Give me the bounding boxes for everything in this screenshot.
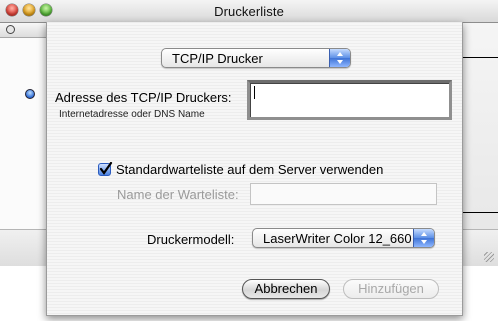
default-queue-label[interactable]: Standardwarteliste auf dem Server verwen… xyxy=(116,162,383,177)
window-title: Druckerliste xyxy=(214,4,284,19)
text-caret xyxy=(254,86,255,99)
queue-name-field xyxy=(250,183,437,205)
printer-model-popup[interactable]: LaserWriter Color 12_660 xyxy=(252,228,435,248)
printer-model-label: Druckermodell: xyxy=(147,232,235,247)
status-column-header[interactable] xyxy=(0,23,46,38)
address-hint: Internetadresse oder DNS Name xyxy=(59,109,205,120)
address-label: Adresse des TCP/IP Druckers: xyxy=(55,90,232,105)
address-field[interactable] xyxy=(247,80,452,120)
popup-arrows-icon xyxy=(413,229,434,247)
printer-list-status-column xyxy=(0,23,47,229)
printer-list-right-edge xyxy=(463,23,498,229)
printer-status-icon xyxy=(25,89,35,99)
protocol-popup-value: TCP/IP Drucker xyxy=(172,51,263,66)
status-header-icon xyxy=(6,25,15,34)
printer-model-value: LaserWriter Color 12_660 xyxy=(263,231,412,246)
popup-arrows-icon xyxy=(329,49,350,67)
default-queue-checkbox[interactable] xyxy=(98,162,113,176)
protocol-popup[interactable]: TCP/IP Drucker xyxy=(161,48,351,68)
add-button[interactable]: Hinzufügen xyxy=(343,279,439,299)
add-printer-sheet: TCP/IP Drucker Adresse des TCP/IP Drucke… xyxy=(46,22,463,316)
cancel-button[interactable]: Abbrechen xyxy=(242,279,330,299)
window-title-bar[interactable]: Druckerliste xyxy=(0,0,498,23)
resize-grip-icon[interactable] xyxy=(484,252,494,262)
queue-name-label: Name der Warteliste: xyxy=(117,187,239,202)
checkmark-icon xyxy=(99,162,113,175)
